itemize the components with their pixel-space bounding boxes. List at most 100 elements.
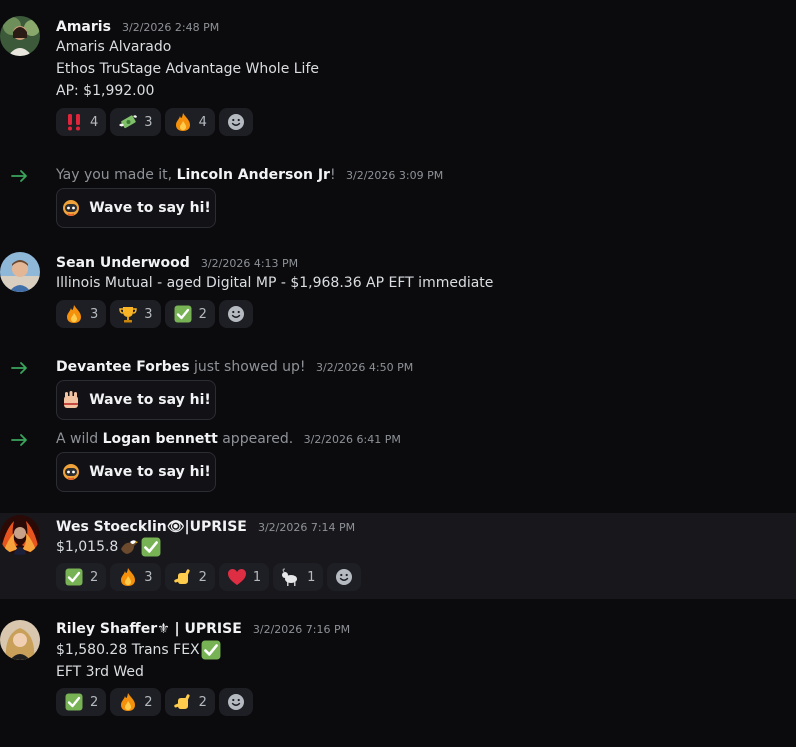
reaction-money-with-wings[interactable]: 3 (110, 108, 161, 136)
double-exclamation-icon (64, 112, 84, 132)
timestamp: 3/2/2026 6:41 PM (303, 433, 401, 446)
message-line: $1,015.8 (56, 536, 161, 558)
check-mark-icon (173, 304, 193, 324)
reaction-count: 2 (90, 569, 99, 585)
check-mark-icon (64, 567, 84, 587)
join-arrow-icon (11, 170, 27, 182)
fire-icon (118, 692, 138, 712)
reaction-count: 2 (144, 694, 153, 710)
reaction-double-exclamation[interactable]: 4 (56, 108, 107, 136)
system-join-devantee: Devantee Forbes just showed up! 3/2/2026… (0, 352, 796, 424)
reaction-count: 1 (252, 569, 262, 585)
timestamp: 3/2/2026 7:16 PM (252, 623, 351, 636)
message-line: AP: $1,992.00 (56, 83, 155, 99)
reaction-check-mark[interactable]: 2 (56, 688, 107, 716)
reaction-count: 4 (198, 114, 207, 130)
avatar[interactable] (0, 515, 40, 555)
reaction-red-heart[interactable]: 1 (218, 563, 270, 591)
reaction-trophy[interactable]: 3 (110, 300, 161, 328)
message-sean-underwood: Sean Underwood 3/2/2026 4:13 PM Illinois… (0, 242, 796, 342)
reaction-check-mark[interactable]: 2 (56, 563, 107, 591)
reaction-count: 4 (90, 114, 99, 130)
add-reaction-button[interactable] (327, 563, 362, 591)
button-label: Wave to say hi! (89, 392, 211, 408)
reaction-bar: 4 3 4 (56, 108, 253, 136)
add-reaction-button[interactable] (218, 108, 253, 136)
message-riley-shaffer: Riley Shaffer⚜ | UPRISE 3/2/2026 7:16 PM… (0, 612, 796, 722)
smiley-add-icon (227, 306, 244, 322)
message-line: $1,580.28 Trans FEX (56, 639, 221, 661)
system-join-logan: A wild Logan bennett appeared. 3/2/2026 … (0, 424, 796, 496)
reaction-check-mark[interactable]: 2 (164, 300, 215, 328)
reaction-fire[interactable]: 2 (110, 688, 161, 716)
join-suffix: ! (329, 167, 336, 183)
join-prefix: A wild (56, 431, 103, 447)
trophy-icon (118, 304, 138, 324)
money-with-wings-icon (118, 112, 138, 132)
goat-icon (281, 567, 301, 587)
author-name[interactable]: Riley Shaffer⚜ | UPRISE (56, 621, 242, 637)
fire-icon (64, 304, 84, 324)
wave-to-say-hi-button[interactable]: Wave to say hi! (56, 380, 216, 420)
system-join-lincoln: Yay you made it, Lincoln Anderson Jr! 3/… (0, 160, 796, 232)
member-name[interactable]: Lincoln Anderson Jr (177, 167, 330, 183)
reaction-count: 3 (90, 306, 99, 322)
reaction-bar: 2 2 2 (56, 688, 253, 716)
reaction-count: 2 (90, 694, 99, 710)
reaction-count: 3 (144, 114, 153, 130)
check-mark-icon (201, 640, 221, 660)
reaction-call-me-hand[interactable]: 2 (164, 563, 215, 591)
author-name[interactable]: Sean Underwood (56, 255, 190, 271)
eagle-icon (121, 540, 139, 554)
avatar[interactable] (0, 620, 40, 660)
fire-icon (118, 567, 138, 587)
reaction-fire[interactable]: 3 (110, 563, 161, 591)
reaction-bar: 3 3 2 (56, 300, 253, 328)
add-reaction-button[interactable] (218, 300, 253, 328)
join-suffix: just showed up! (189, 359, 306, 375)
avatar[interactable] (0, 16, 40, 56)
message-amaris: Amaris 3/2/2026 2:48 PM Amaris Alvarado … (0, 8, 796, 148)
reaction-count: 2 (198, 306, 207, 322)
timestamp: 3/2/2026 3:09 PM (346, 169, 444, 182)
wumpus-sticker-icon (63, 464, 80, 480)
reaction-bar: 2 3 2 1 1 (56, 563, 362, 591)
chat-message-list: Amaris 3/2/2026 2:48 PM Amaris Alvarado … (0, 0, 796, 747)
timestamp: 3/2/2026 4:50 PM (316, 361, 414, 374)
author-name[interactable]: Wes Stoecklin👁|UPRISE (56, 519, 247, 535)
message-text: $1,015.8 (56, 539, 119, 555)
reaction-count: 2 (198, 569, 207, 585)
join-arrow-icon (11, 362, 27, 374)
smiley-add-icon (227, 694, 244, 710)
fire-icon (173, 112, 193, 132)
reaction-call-me-hand[interactable]: 2 (164, 688, 215, 716)
wave-to-say-hi-button[interactable]: Wave to say hi! (56, 452, 216, 492)
join-suffix: appeared. (217, 431, 294, 447)
message-line: Amaris Alvarado (56, 39, 172, 55)
red-heart-icon (227, 567, 247, 587)
timestamp: 3/2/2026 2:48 PM (122, 21, 220, 34)
reaction-count: 2 (198, 694, 207, 710)
wumpus-sticker-icon (63, 200, 80, 216)
button-label: Wave to say hi! (89, 200, 211, 216)
reaction-fire[interactable]: 4 (164, 108, 215, 136)
timestamp: 3/2/2026 4:13 PM (200, 257, 299, 270)
smiley-add-icon (336, 569, 353, 585)
smiley-add-icon (227, 114, 244, 130)
avatar[interactable] (0, 252, 40, 292)
call-me-hand-icon (173, 692, 193, 712)
member-name[interactable]: Logan bennett (103, 431, 218, 447)
author-name[interactable]: Amaris (56, 19, 111, 35)
add-reaction-button[interactable] (218, 688, 253, 716)
reaction-count: 1 (307, 569, 316, 585)
message-wes-stoecklin: Wes Stoecklin👁|UPRISE 3/2/2026 7:14 PM $… (0, 513, 796, 599)
message-line: Illinois Mutual - aged Digital MP - $1,9… (56, 275, 494, 291)
button-label: Wave to say hi! (89, 464, 211, 480)
member-name[interactable]: Devantee Forbes (56, 359, 190, 375)
reaction-goat[interactable]: 1 (273, 563, 324, 591)
reaction-count: 3 (144, 569, 153, 585)
wave-to-say-hi-button[interactable]: Wave to say hi! (56, 188, 216, 228)
join-arrow-icon (11, 434, 27, 446)
reaction-fire[interactable]: 3 (56, 300, 107, 328)
check-mark-icon (64, 692, 84, 712)
